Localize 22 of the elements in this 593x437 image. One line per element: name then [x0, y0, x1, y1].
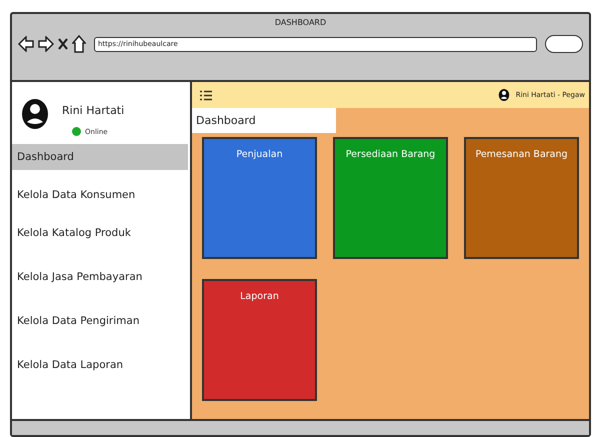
sidebar-item[interactable]: Kelola Data Laporan [12, 352, 188, 378]
status-dot-icon [72, 127, 81, 136]
user-avatar-icon [20, 98, 50, 130]
forward-icon[interactable] [38, 36, 54, 52]
window-title: DASHBOARD [274, 17, 328, 27]
dashboard-tile[interactable]: Persediaan Barang [333, 137, 448, 259]
dashboard-tile[interactable]: Pemesanan Barang [464, 137, 579, 259]
home-icon[interactable] [72, 35, 86, 53]
user-name: Rini Hartati [62, 104, 124, 117]
sidebar-item[interactable]: Kelola Data Konsumen [12, 182, 188, 208]
page-title: Dashboard [192, 108, 336, 133]
menu-icon[interactable] [200, 90, 212, 100]
dashboard-tile[interactable]: Laporan [202, 279, 317, 401]
back-icon[interactable] [18, 36, 34, 52]
sidebar-item[interactable]: Kelola Katalog Produk [12, 220, 188, 246]
close-icon[interactable] [58, 38, 68, 50]
search-field[interactable] [545, 35, 583, 53]
sidebar-item[interactable]: Kelola Data Pengiriman [12, 308, 188, 334]
dashboard-tile[interactable]: Penjualan [202, 137, 317, 259]
user-avatar-icon [498, 88, 510, 102]
sidebar-item[interactable]: Dashboard [12, 144, 188, 170]
sidebar-item[interactable]: Kelola Jasa Pembayaran [12, 264, 188, 290]
